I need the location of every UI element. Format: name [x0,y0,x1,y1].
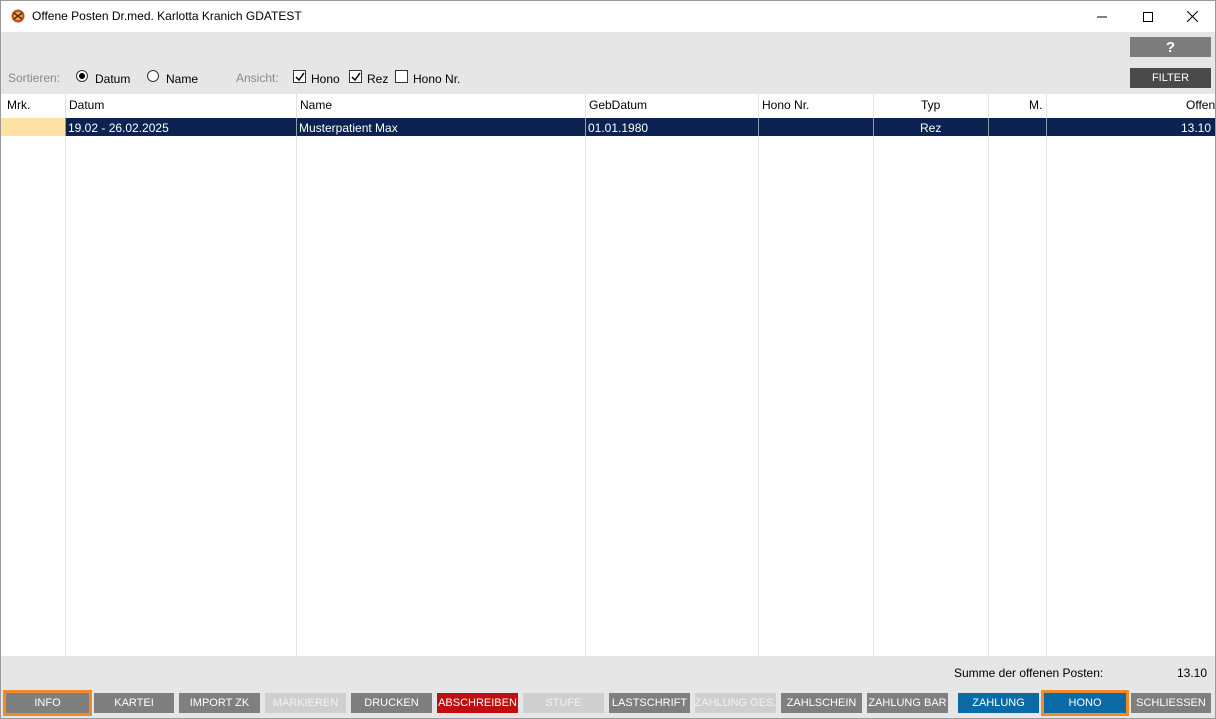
filter-button[interactable]: FILTER [1130,68,1211,88]
cell-typ: Rez [920,121,942,135]
view-hono-nr-label[interactable]: Hono Nr. [413,72,460,86]
zahlung-button[interactable]: ZAHLUNG [958,693,1039,713]
help-button[interactable]: ? [1130,37,1211,57]
stufe-button[interactable]: STUFE [523,693,604,713]
column-header-hono-nr[interactable]: Hono Nr. [762,98,809,112]
view-label: Ansicht: [236,71,279,85]
view-hono-label[interactable]: Hono [311,72,340,86]
schliessen-button[interactable]: SCHLIESSEN [1131,693,1211,713]
column-header-m[interactable]: M. [1029,98,1042,112]
column-divider [1046,94,1047,656]
view-hono-checkbox[interactable] [293,70,306,83]
title-bar: Offene Posten Dr.med. Karlotta Kranich G… [1,1,1215,32]
sum-value: 13.10 [1177,666,1208,680]
cell-gebdatum: 01.01.1980 [588,121,649,135]
view-rez-checkbox[interactable] [349,70,362,83]
lastschrift-button[interactable]: LASTSCHRIFT [609,693,690,713]
row-cell-divider [585,118,586,136]
sort-name-label[interactable]: Name [166,72,198,86]
sort-name-radio[interactable] [147,70,159,82]
column-header-offen[interactable]: Offen [1186,98,1215,112]
minimize-button[interactable] [1079,1,1125,32]
column-divider [296,94,297,656]
column-divider [65,94,66,656]
zahlung-ges-button[interactable]: ZAHLUNG GES. [695,693,776,713]
view-hono-nr-checkbox[interactable] [395,70,408,83]
kartei-button[interactable]: KARTEI [94,693,174,713]
sort-datum-label[interactable]: Datum [95,72,130,86]
cell-datum: 19.02 - 26.02.2025 [68,121,169,135]
markieren-button[interactable]: MARKIEREN [265,693,346,713]
column-header-datum[interactable]: Datum [69,98,104,112]
drucken-button[interactable]: DRUCKEN [351,693,432,713]
row-cell-divider [296,118,297,136]
options-bar: ? Sortieren: Datum Name Ansicht: Hono Re… [1,32,1215,94]
abschreiben-button[interactable]: ABSCHREIBEN [437,693,518,713]
column-divider [585,94,586,656]
app-window: Offene Posten Dr.med. Karlotta Kranich G… [0,0,1216,719]
column-header-gebdatum[interactable]: GebDatum [589,98,647,112]
checkmark-icon [351,72,361,82]
view-rez-label[interactable]: Rez [367,72,388,86]
row-cell-divider [988,118,989,136]
sort-datum-radio[interactable] [76,70,88,82]
zahlung-bar-button[interactable]: ZAHLUNG BAR [867,693,948,713]
column-header-typ[interactable]: Typ [921,98,940,112]
minimize-icon [1097,16,1107,17]
checkmark-icon [295,72,305,82]
maximize-icon [1143,11,1153,22]
column-header-name[interactable]: Name [300,98,332,112]
window-title: Offene Posten Dr.med. Karlotta Kranich G… [32,9,302,23]
row-cell-divider [758,118,759,136]
app-logo-icon [10,8,26,24]
column-divider [758,94,759,656]
row-cell-divider [65,118,66,136]
column-divider [988,94,989,656]
sort-label: Sortieren: [8,71,61,85]
info-button[interactable]: INFO [3,690,92,716]
close-window-button[interactable] [1169,1,1215,32]
sum-label: Summe der offenen Posten: [954,666,1104,680]
cell-name: Musterpatient Max [299,121,398,135]
column-header-mrk[interactable]: Mrk. [7,98,30,112]
row-cell-divider [1046,118,1047,136]
close-icon [1186,11,1198,22]
bottom-bar: Summe der offenen Posten: 13.10 INFO KAR… [1,656,1215,718]
import-zk-button[interactable]: IMPORT ZK [179,693,260,713]
zahlschein-button[interactable]: ZAHLSCHEIN [781,693,862,713]
column-divider [873,94,874,656]
hono-button[interactable]: HONO [1041,690,1129,716]
cell-offen: 13.10 [1181,121,1212,135]
mark-cell[interactable] [1,118,65,136]
open-items-table: Mrk. Datum Name GebDatum Hono Nr. Typ M.… [1,94,1215,656]
row-cell-divider [873,118,874,136]
maximize-button[interactable] [1125,1,1171,32]
